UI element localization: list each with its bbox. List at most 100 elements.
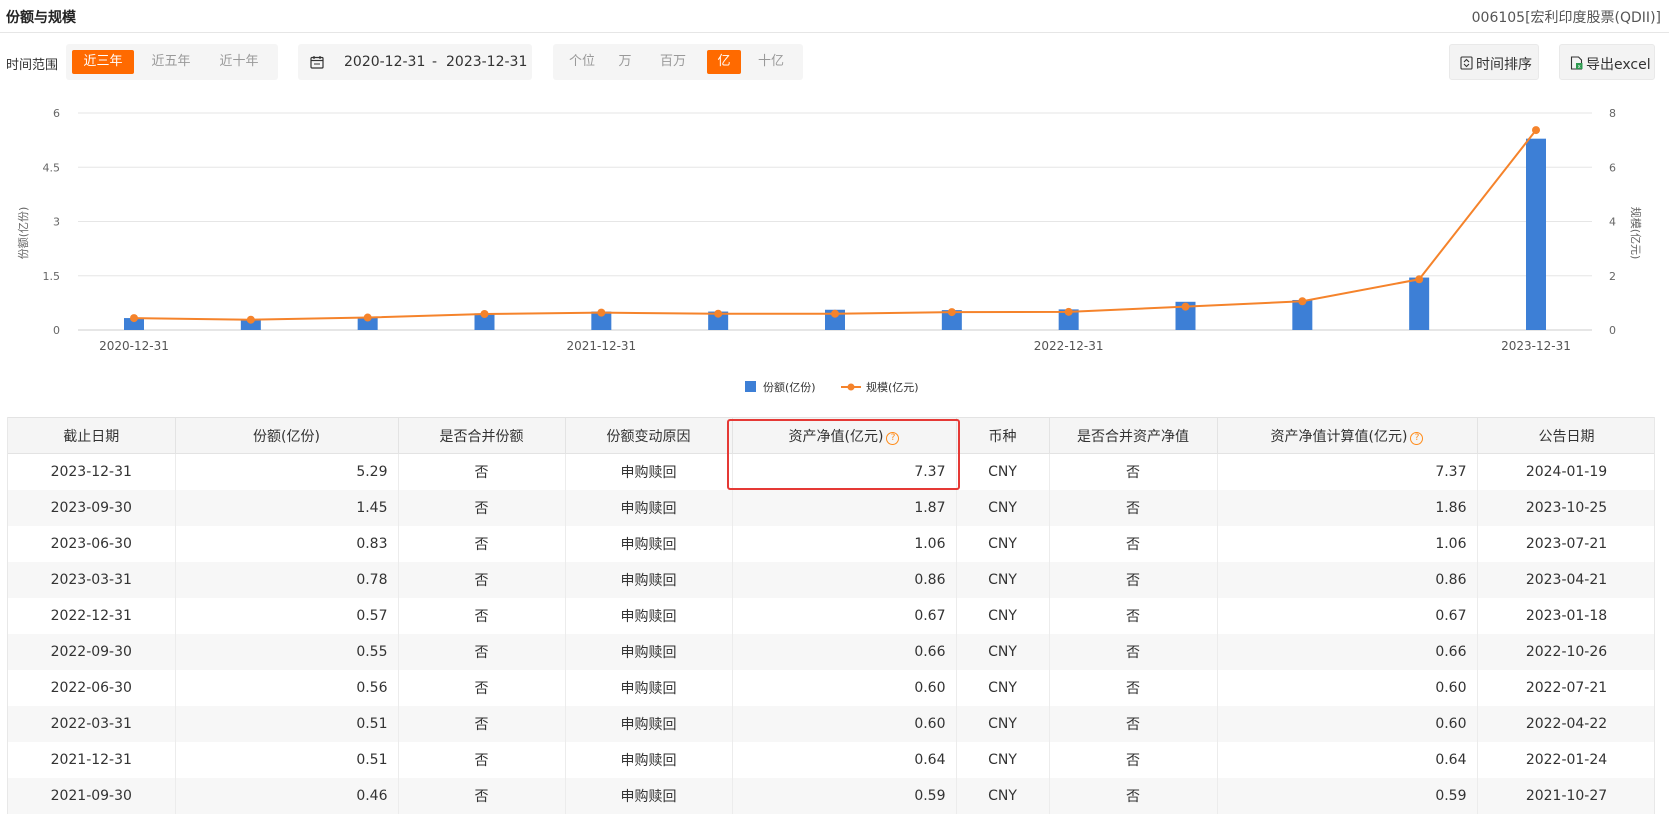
unit-tab-one[interactable]: 个位	[561, 50, 603, 74]
table-row[interactable]: 2023-03-31 0.78 否申购赎回 0.86 CNY 否 0.86 2023-04-2…	[8, 561, 1654, 598]
line-point[interactable]	[1064, 307, 1073, 316]
cell-end-date: 2021-12-31	[8, 741, 176, 778]
date-separator: -	[432, 54, 438, 70]
cell-net-assets: 0.67	[732, 597, 957, 634]
excel-icon: x	[1570, 56, 1583, 70]
table-row[interactable]: 2023-09-30 1.45 否申购赎回 1.87 CNY 否 1.86 2023-10-2…	[8, 489, 1654, 526]
table-row[interactable]: 2022-06-30 0.56 否申购赎回 0.60 CNY 否 0.60 2022-07-2…	[8, 669, 1654, 706]
cell-change-reason: 申购赎回	[565, 489, 733, 526]
col-header-merged-shares[interactable]: 是否合并份额	[398, 417, 566, 454]
x-tick-label: 2020-12-31	[99, 339, 169, 353]
left-tick-label: 6	[53, 107, 60, 120]
range-tab-5y[interactable]: 近五年	[140, 50, 202, 74]
col-header-net-assets-calc[interactable]: 资产净值计算值(亿元)?	[1217, 417, 1478, 454]
line-point[interactable]	[831, 309, 839, 318]
cell-currency: CNY	[956, 633, 1050, 670]
line-point[interactable]	[363, 313, 372, 322]
line-point[interactable]	[947, 308, 956, 317]
cell-shares: 0.57	[175, 597, 399, 634]
line-point[interactable]	[130, 314, 138, 323]
cell-merged-shares: 否	[398, 777, 566, 814]
line-point[interactable]	[1298, 297, 1307, 306]
cell-merged-net-assets: 否	[1049, 561, 1218, 598]
unit-tab-yi[interactable]: 亿	[707, 50, 741, 74]
table-row[interactable]: 2021-09-30 0.46 否申购赎回 0.59 CNY 否 0.59 2021-10-2…	[8, 777, 1654, 814]
table-row[interactable]: 2023-06-30 0.83 否申购赎回 1.06 CNY 否 1.06 2023-07-2…	[8, 525, 1654, 562]
line-point[interactable]	[1181, 302, 1190, 311]
cell-merged-net-assets: 否	[1049, 597, 1218, 634]
table-body: 2023-12-31 5.29 否申购赎回 7.37 CNY 否 7.37 2024-01-1…	[8, 453, 1654, 814]
legend-bar-label[interactable]: 份额(亿份)	[763, 381, 816, 394]
col-header-change-reason[interactable]: 份额变动原因	[565, 417, 733, 454]
help-icon[interactable]: ?	[1410, 431, 1424, 445]
date-range-picker[interactable]: 2020-12-31 - 2023-12-31	[298, 44, 532, 80]
col-header-net-assets[interactable]: 资产净值(亿元)?	[732, 417, 957, 454]
legend-line-label[interactable]: 规模(亿元)	[866, 380, 919, 394]
line-point[interactable]	[480, 309, 489, 318]
calendar-icon	[310, 56, 324, 69]
unit-tab-wan[interactable]: 万	[607, 50, 643, 74]
cell-announce-date: 2022-04-22	[1477, 705, 1654, 742]
cell-change-reason: 申购赎回	[565, 453, 733, 490]
col-header-end-date[interactable]: 截止日期	[8, 417, 176, 454]
right-tick-label: 4	[1609, 216, 1616, 229]
x-tick-label: 2023-12-31	[1501, 339, 1571, 353]
legend-line-marker	[847, 383, 855, 391]
svg-text:x: x	[1578, 64, 1581, 70]
unit-tab-million[interactable]: 百万	[649, 50, 697, 74]
table-row[interactable]: 2022-12-31 0.57 否申购赎回 0.67 CNY 否 0.67 2023-01-1…	[8, 597, 1654, 634]
cell-currency: CNY	[956, 453, 1050, 490]
cell-merged-net-assets: 否	[1049, 669, 1218, 706]
col-header-currency[interactable]: 币种	[956, 417, 1050, 454]
export-excel-label: 导出excel	[1586, 57, 1651, 73]
x-axis-ticks: 2020-12-31 2021-12-31 2022-12-31 2023-12-31	[99, 339, 1571, 353]
line-point[interactable]	[1532, 126, 1540, 135]
cell-merged-shares: 否	[398, 453, 566, 490]
cell-announce-date: 2023-04-21	[1477, 561, 1654, 598]
line-point[interactable]	[597, 308, 606, 317]
cell-change-reason: 申购赎回	[565, 777, 733, 814]
cell-net-assets-calc: 0.86	[1217, 561, 1478, 598]
left-tick-label: 3	[53, 216, 60, 229]
line-point[interactable]	[714, 309, 723, 318]
chart-gridlines	[78, 112, 1592, 331]
line-point[interactable]	[246, 315, 255, 324]
time-sort-button[interactable]: 时间排序	[1449, 44, 1539, 80]
right-axis-title: 规模(亿元)	[1629, 207, 1643, 260]
range-tab-3y[interactable]: 近三年	[72, 50, 134, 74]
cell-announce-date: 2023-01-18	[1477, 597, 1654, 634]
right-axis-ticks: 0 2 4 6 8	[1609, 107, 1616, 337]
export-excel-button[interactable]: x 导出excel	[1559, 44, 1655, 80]
cell-announce-date: 2023-07-21	[1477, 525, 1654, 562]
help-icon[interactable]: ?	[886, 431, 900, 445]
cell-end-date: 2022-03-31	[8, 705, 176, 742]
cell-currency: CNY	[956, 561, 1050, 598]
cell-end-date: 2022-06-30	[8, 669, 176, 706]
cell-shares: 0.51	[175, 741, 399, 778]
unit-tab-shiyi[interactable]: 十亿	[749, 50, 793, 74]
x-tick-label: 2021-12-31	[566, 339, 636, 353]
cell-net-assets: 0.59	[732, 777, 957, 814]
col-header-announce-date[interactable]: 公告日期	[1477, 417, 1654, 454]
cell-shares: 0.78	[175, 561, 399, 598]
cell-announce-date: 2024-01-19	[1477, 453, 1654, 490]
date-start: 2020-12-31	[344, 54, 426, 70]
table-row[interactable]: 2022-09-30 0.55 否申购赎回 0.66 CNY 否 0.66 2022-10-2…	[8, 633, 1654, 670]
table-row[interactable]: 2021-12-31 0.51 否申购赎回 0.64 CNY 否 0.64 2022-01-2…	[8, 741, 1654, 778]
x-tick-label: 2022-12-31	[1034, 339, 1104, 353]
cell-shares: 1.45	[175, 489, 399, 526]
table-row[interactable]: 2023-12-31 5.29 否申购赎回 7.37 CNY 否 7.37 2024-01-1…	[8, 453, 1654, 490]
range-tab-10y[interactable]: 近十年	[208, 50, 270, 74]
bar[interactable]	[1409, 277, 1430, 330]
bar[interactable]	[1526, 138, 1546, 330]
cell-shares: 5.29	[175, 453, 399, 490]
table-row[interactable]: 2022-03-31 0.51 否申购赎回 0.60 CNY 否 0.60 2022-04-2…	[8, 705, 1654, 742]
fund-label: 006105[宏利印度股票(QDII)]	[1471, 10, 1661, 26]
cell-merged-shares: 否	[398, 633, 566, 670]
col-header-merged-net-assets[interactable]: 是否合并资产净值	[1049, 417, 1218, 454]
date-end: 2023-12-31	[446, 54, 528, 70]
line-point[interactable]	[1415, 275, 1424, 284]
time-sort-label: 时间排序	[1476, 57, 1532, 73]
cell-end-date: 2023-06-30	[8, 525, 176, 562]
col-header-shares[interactable]: 份额(亿份)	[175, 417, 399, 454]
